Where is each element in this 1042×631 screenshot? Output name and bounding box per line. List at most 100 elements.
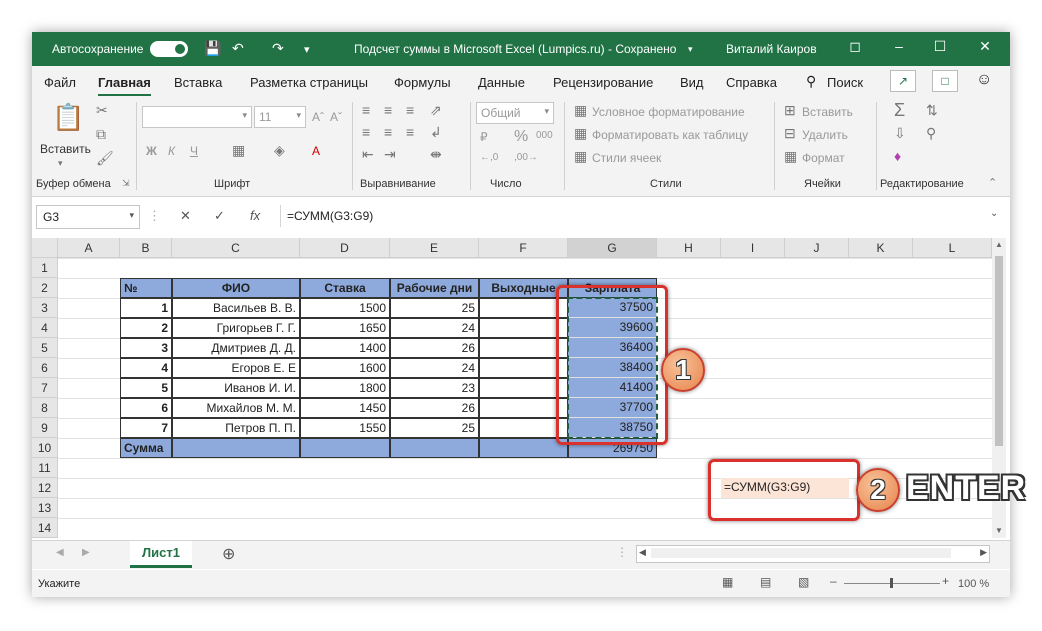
row-header[interactable]: 12 (32, 478, 58, 498)
tab-home[interactable]: Главная (98, 75, 151, 97)
clipboard-launcher-icon[interactable]: ⇲ (122, 178, 130, 189)
delete-cells-icon[interactable]: ⊟ (784, 125, 796, 142)
table-cell[interactable]: 7 (120, 418, 172, 438)
column-header[interactable]: D (300, 238, 390, 258)
autosave-toggle[interactable] (150, 41, 188, 57)
paste-dropdown-icon[interactable]: ▾ (58, 158, 63, 169)
table-cell[interactable]: Васильев В. В. (172, 298, 300, 318)
insert-cells-icon[interactable]: ⊞ (784, 102, 796, 119)
underline-button[interactable]: Ч (190, 144, 198, 158)
tab-split-handle-icon[interactable]: ⋮ (616, 545, 628, 559)
format-as-table-button[interactable]: Форматировать как таблицу (592, 128, 748, 142)
header-cell-workdays[interactable]: Рабочие дни (390, 278, 479, 298)
add-sheet-icon[interactable]: ⊕ (222, 544, 235, 564)
table-cell[interactable] (479, 318, 568, 338)
redo-icon[interactable]: ↷ (272, 40, 284, 57)
table-cell[interactable] (300, 438, 390, 458)
sheet-tab-list1[interactable]: Лист1 (130, 541, 192, 568)
table-cell[interactable]: 25 (390, 298, 479, 318)
enter-check-icon[interactable]: ✓ (214, 208, 225, 224)
insert-function-icon[interactable]: fx (250, 208, 260, 223)
italic-button[interactable]: К (168, 144, 175, 158)
align-bottom-icon[interactable]: ≡ (406, 102, 414, 118)
fill-color-icon[interactable]: ◈ (274, 142, 285, 159)
table-cell[interactable]: 26 (390, 398, 479, 418)
scroll-up-icon[interactable]: ▲ (995, 240, 1003, 249)
table-cell[interactable] (479, 298, 568, 318)
autosum-icon[interactable]: Σ (894, 100, 905, 121)
minimize-icon[interactable]: – (884, 38, 914, 54)
quick-access-dropdown-icon[interactable]: ▾ (304, 43, 310, 56)
borders-icon[interactable]: ▦ (232, 142, 245, 159)
table-cell[interactable]: Дмитриев Д. Д. (172, 338, 300, 358)
row-header[interactable]: 11 (32, 458, 58, 478)
table-cell[interactable]: 5 (120, 378, 172, 398)
column-header[interactable]: H (657, 238, 721, 258)
tab-file[interactable]: Файл (44, 75, 76, 90)
orientation-icon[interactable]: ⇗ (430, 102, 442, 119)
header-cell-weekends[interactable]: Выходные (479, 278, 568, 298)
column-header[interactable]: J (785, 238, 849, 258)
table-cell[interactable] (479, 358, 568, 378)
merge-center-icon[interactable]: ⇼ (430, 146, 442, 163)
wrap-text-icon[interactable]: ↲ (430, 124, 442, 141)
delete-cells-button[interactable]: Удалить (802, 128, 848, 142)
format-cells-button[interactable]: Формат (802, 151, 845, 165)
increase-indent-icon[interactable]: ⇥ (384, 146, 396, 163)
table-cell[interactable]: 2 (120, 318, 172, 338)
align-center-icon[interactable]: ≡ (384, 124, 392, 140)
table-cell[interactable] (172, 438, 300, 458)
select-all-corner[interactable] (32, 238, 58, 258)
decrease-indent-icon[interactable]: ⇤ (362, 146, 374, 163)
scroll-down-icon[interactable]: ▼ (995, 526, 1003, 535)
align-middle-icon[interactable]: ≡ (384, 102, 392, 118)
column-header[interactable]: L (913, 238, 992, 258)
page-layout-view-icon[interactable]: ▤ (760, 575, 771, 589)
normal-view-icon[interactable]: ▦ (722, 575, 733, 589)
smiley-icon[interactable]: ☺ (976, 71, 992, 89)
table-cell[interactable] (390, 438, 479, 458)
search-icon[interactable]: ⚲ (806, 73, 816, 90)
table-cell[interactable]: 24 (390, 318, 479, 338)
column-header[interactable]: A (58, 238, 120, 258)
row-header[interactable]: 1 (32, 258, 58, 278)
row-header[interactable]: 14 (32, 518, 58, 538)
cell-styles-button[interactable]: Стили ячеек (592, 151, 661, 165)
tab-page-layout[interactable]: Разметка страницы (250, 75, 368, 90)
fill-icon[interactable]: ⇩ (894, 125, 906, 142)
table-cell[interactable]: 6 (120, 398, 172, 418)
column-header[interactable]: E (390, 238, 479, 258)
table-cell[interactable]: 4 (120, 358, 172, 378)
collapse-ribbon-icon[interactable]: ⌃ (988, 176, 997, 189)
table-cell[interactable]: 3 (120, 338, 172, 358)
align-left-icon[interactable]: ≡ (362, 124, 370, 140)
decrease-decimal-icon[interactable]: ,00→ (514, 152, 538, 163)
next-sheet-icon[interactable]: ▶ (82, 547, 90, 558)
table-cell[interactable]: Егоров Е. Е (172, 358, 300, 378)
row-header[interactable]: 10 (32, 438, 58, 458)
maximize-icon[interactable]: ☐ (925, 38, 955, 55)
table-cell[interactable]: 1450 (300, 398, 390, 418)
table-cell[interactable]: 1400 (300, 338, 390, 358)
decrease-font-icon[interactable]: Aˇ (330, 110, 342, 124)
name-box[interactable]: G3 ▾ (36, 205, 140, 229)
find-icon[interactable]: ⚲ (926, 125, 936, 142)
table-cell[interactable] (479, 438, 568, 458)
increase-font-icon[interactable]: Aˆ (312, 110, 324, 124)
zoom-in-icon[interactable]: + (942, 574, 949, 588)
clear-icon[interactable]: ♦ (894, 148, 901, 164)
row-header[interactable]: 2 (32, 278, 58, 298)
save-icon[interactable]: 💾 (204, 40, 221, 57)
scrollbar-thumb[interactable] (651, 548, 951, 558)
table-cell[interactable]: 1650 (300, 318, 390, 338)
table-cell[interactable]: 1600 (300, 358, 390, 378)
scroll-right-icon[interactable]: ▶ (980, 547, 987, 558)
table-cell[interactable]: Григорьев Г. Г. (172, 318, 300, 338)
bold-button[interactable]: Ж (146, 144, 157, 158)
ribbon-display-icon[interactable]: ◻ (840, 38, 870, 55)
table-cell[interactable] (479, 398, 568, 418)
formula-input[interactable]: =СУММ(G3:G9) (280, 205, 1006, 227)
row-header[interactable]: 4 (32, 318, 58, 338)
header-cell-rate[interactable]: Ставка (300, 278, 390, 298)
zoom-level[interactable]: 100 % (958, 578, 989, 590)
